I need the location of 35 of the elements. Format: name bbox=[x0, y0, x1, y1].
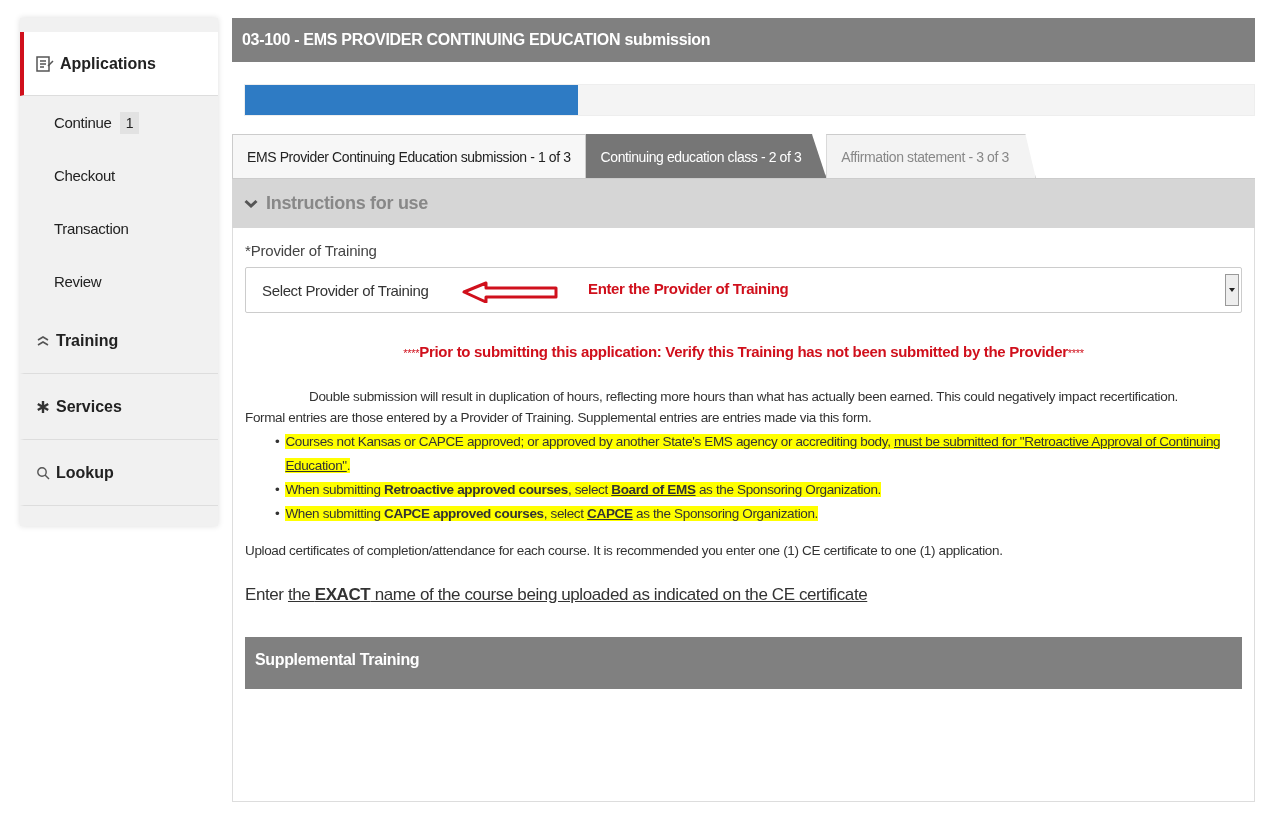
bullet-marker: • bbox=[275, 505, 280, 523]
select-field[interactable]: Select Provider of Training Enter the Provider of Training bbox=[245, 267, 1242, 313]
highlighted-text: When submitting Retroactive approved courses, select Board of EMS as the Sponsoring Organization. bbox=[285, 481, 882, 499]
instructions-label: Instructions for use bbox=[266, 193, 429, 214]
arrow-icon bbox=[462, 281, 558, 303]
formal-note: Formal entries are those entered by a Provider of Training. Supplemental entries are entries made via this form. bbox=[245, 409, 873, 427]
sidebar-item[interactable]: Services bbox=[20, 374, 218, 440]
count-badge: 1 bbox=[119, 111, 140, 134]
dropdown-caret-icon bbox=[1225, 274, 1239, 306]
annotation-text: Enter the Provider of Training bbox=[588, 280, 789, 297]
warning-text: ****Prior to submitting this application: Verify this Training has not been submitted by the Provider**** bbox=[402, 343, 1085, 360]
notice-text: Double submission will result in duplication of hours, reflecting more hours than what has actually been earned. This could negatively impact recertification. bbox=[309, 388, 1178, 406]
sidebar-item[interactable]: Training bbox=[20, 308, 218, 374]
step-tab[interactable]: Continuing education class - 2 of 3 bbox=[585, 134, 827, 178]
asterisk-icon bbox=[36, 399, 50, 414]
field-label: *Provider of Training bbox=[245, 242, 378, 259]
sidebar-subitem[interactable]: Continue 1 bbox=[20, 96, 218, 149]
search-icon bbox=[36, 465, 50, 480]
bullet-marker: • bbox=[275, 481, 280, 499]
highlighted-text: When submitting CAPCE approved courses, select CAPCE as the Sponsoring Organization. bbox=[285, 505, 820, 523]
sidebar-subitem[interactable]: Review bbox=[20, 255, 218, 308]
course-name-note: Enter the EXACT name of the course being uploaded as indicated on the CE certificate bbox=[245, 585, 869, 605]
sidebar-subitem[interactable]: Transaction bbox=[20, 202, 218, 255]
section-header: Supplemental Training bbox=[245, 637, 1242, 689]
highlighted-text: Courses not Kansas or CAPCE approved; or approved by another State's EMS agency or accrediting body, must be submitted for "Retroactive Approval of Continuing Education". bbox=[285, 433, 1222, 475]
chevrons-icon bbox=[36, 334, 50, 347]
form-title: 03-100 - EMS PROVIDER CONTINUING EDUCATION submission bbox=[232, 18, 1255, 62]
step-tab[interactable]: EMS Provider Continuing Education submission - 1 of 3 bbox=[232, 134, 586, 178]
sidebar-item[interactable]: Lookup bbox=[20, 440, 218, 506]
sidebar-subitem[interactable]: Checkout bbox=[20, 149, 218, 202]
bullet-marker: • bbox=[275, 433, 280, 451]
subitem-label: Continue bbox=[54, 114, 112, 131]
sidebar-item[interactable]: Applications bbox=[20, 32, 218, 96]
form-icon bbox=[36, 55, 54, 72]
upload-note: Upload certificates of completion/attendance for each course. It is recommended you enter one (1) CE certificate to one (1) application. bbox=[245, 542, 1004, 560]
